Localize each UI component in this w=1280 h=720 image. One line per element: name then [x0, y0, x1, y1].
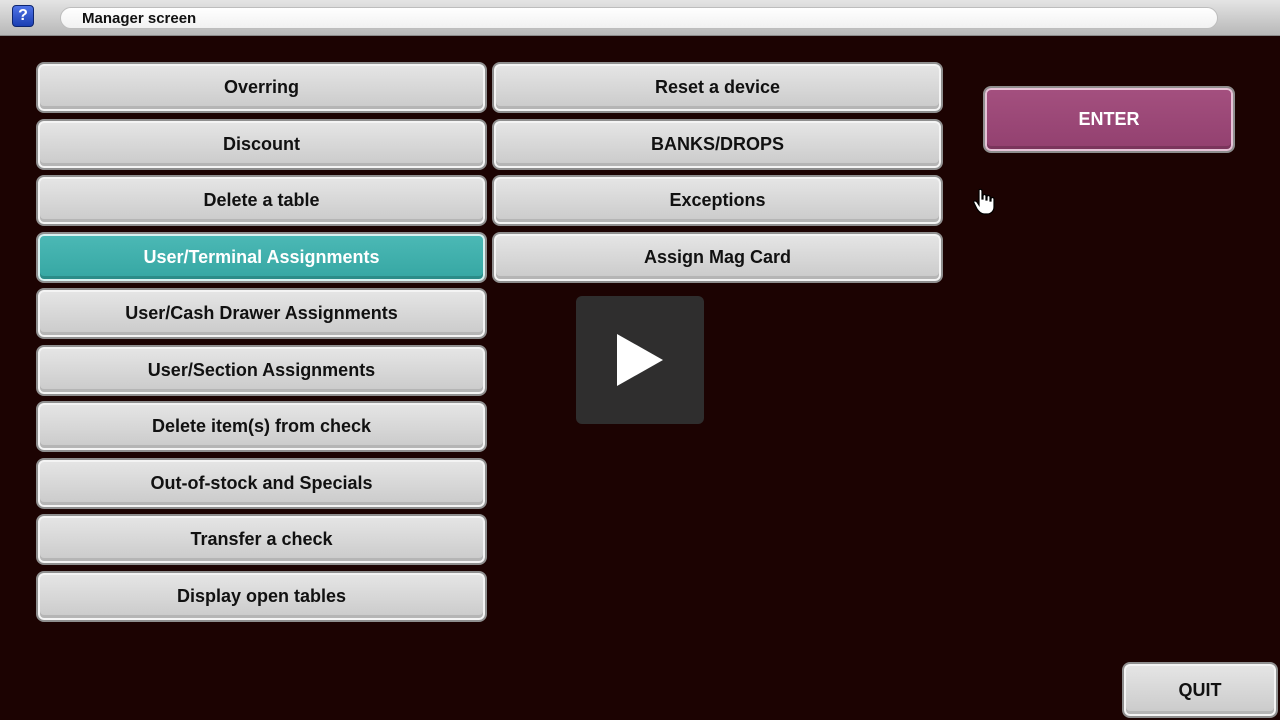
discount-button[interactable]: Discount [36, 119, 487, 170]
button-label: User/Cash Drawer Assignments [125, 303, 398, 323]
button-label: Assign Mag Card [643, 247, 792, 267]
button-label: Overring [223, 77, 300, 97]
assign-mag-card-button[interactable]: Assign Mag Card [492, 232, 943, 283]
enter-button[interactable]: ENTER [983, 86, 1235, 153]
out-of-stock-specials-button[interactable]: Out-of-stock and Specials [36, 458, 487, 509]
button-label: ENTER [1078, 109, 1140, 129]
button-label: Discount [222, 134, 300, 154]
title-bar: ? Manager screen [0, 0, 1280, 36]
button-label: Transfer a check [190, 529, 333, 549]
reset-device-button[interactable]: Reset a device [492, 62, 943, 113]
quit-button[interactable]: QUIT [1122, 662, 1278, 718]
button-label: Reset a device [654, 77, 781, 97]
exceptions-button[interactable]: Exceptions [492, 175, 943, 226]
help-icon[interactable]: ? [12, 5, 34, 27]
banks-drops-button[interactable]: BANKS/DROPS [492, 119, 943, 170]
button-label: Display open tables [176, 586, 347, 606]
user-terminal-assignments-button[interactable]: User/Terminal Assignments [36, 232, 487, 283]
button-label: BANKS/DROPS [650, 134, 784, 154]
button-label: User/Terminal Assignments [143, 247, 380, 267]
display-open-tables-button[interactable]: Display open tables [36, 571, 487, 622]
hand-cursor-icon [973, 188, 995, 215]
delete-items-from-check-button[interactable]: Delete item(s) from check [36, 401, 487, 452]
title-field: Manager screen [60, 7, 1218, 29]
video-play-overlay[interactable] [576, 296, 704, 424]
transfer-check-button[interactable]: Transfer a check [36, 514, 487, 565]
play-icon [617, 334, 663, 386]
delete-table-button[interactable]: Delete a table [36, 175, 487, 226]
page-title: Manager screen [82, 10, 197, 27]
button-label: Delete a table [203, 190, 320, 210]
button-label: User/Section Assignments [147, 360, 376, 380]
overring-button[interactable]: Overring [36, 62, 487, 113]
button-label: Delete item(s) from check [151, 416, 372, 436]
button-label: Out-of-stock and Specials [150, 473, 373, 493]
button-label: Exceptions [669, 190, 766, 210]
user-section-assignments-button[interactable]: User/Section Assignments [36, 345, 487, 396]
button-label: QUIT [1178, 679, 1222, 700]
user-cash-drawer-assignments-button[interactable]: User/Cash Drawer Assignments [36, 288, 487, 339]
